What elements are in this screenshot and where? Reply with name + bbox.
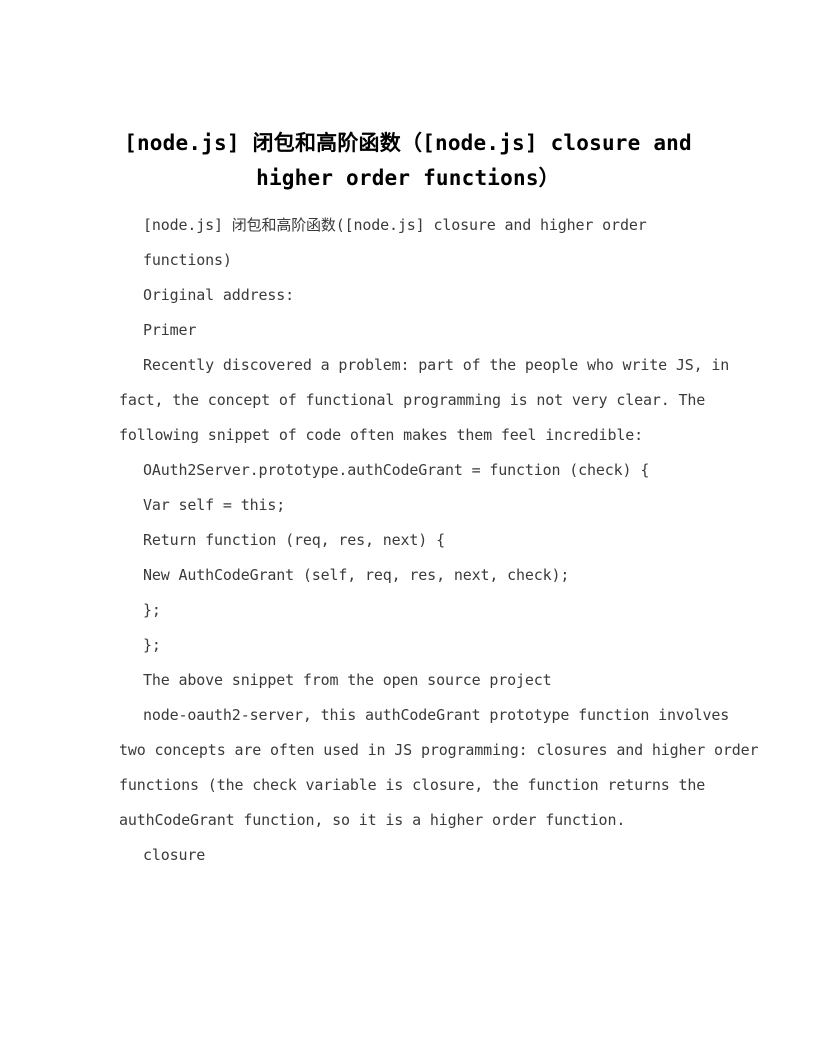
- document-page: [node.js] 闭包和高阶函数（[node.js] closure and h…: [0, 0, 816, 1056]
- document-body: [node.js] 闭包和高阶函数([node.js] closure and …: [119, 208, 759, 873]
- text-line: two concepts are often used in JS progra…: [119, 741, 759, 759]
- text-line: Original address:: [143, 286, 294, 304]
- text-line: Return function (req, res, next) {: [143, 531, 445, 549]
- text-line: node-oauth2-server, this authCodeGrant p…: [143, 706, 730, 724]
- text-line: fact, the concept of functional programm…: [119, 391, 706, 409]
- text-line: Recently discovered a problem: part of t…: [143, 356, 730, 374]
- text-line: Var self = this;: [143, 496, 286, 514]
- text-line: closure: [143, 846, 206, 864]
- page-title: [node.js] 闭包和高阶函数（[node.js] closure and h…: [119, 126, 697, 196]
- text-line: Primer: [143, 321, 197, 339]
- text-line: authCodeGrant function, so it is a highe…: [119, 811, 626, 829]
- text-line: following snippet of code often makes th…: [119, 426, 643, 444]
- text-line: OAuth2Server.prototype.authCodeGrant = f…: [143, 461, 650, 479]
- text-line: };: [143, 636, 161, 654]
- page-title-line: higher order functions）: [256, 166, 560, 191]
- text-line: functions): [143, 251, 232, 269]
- text-line: The above snippet from the open source p…: [143, 671, 552, 689]
- text-line: [node.js] 闭包和高阶函数([node.js] closure and …: [143, 216, 647, 234]
- page-title-line: [node.js] 闭包和高阶函数（[node.js] closure and: [124, 131, 692, 156]
- text-line: };: [143, 601, 161, 619]
- text-line: New AuthCodeGrant (self, req, res, next,…: [143, 566, 570, 584]
- text-line: functions (the check variable is closure…: [119, 776, 706, 794]
